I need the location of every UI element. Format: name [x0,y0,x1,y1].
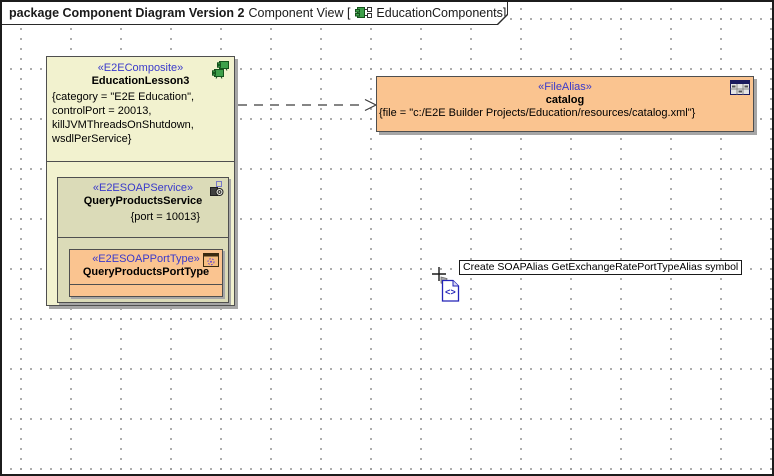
composite-property-line: wsdlPerService} [52,132,231,146]
view-label: Component View [ [249,6,351,20]
service-stereotype: «E2ESOAPService» [58,182,228,194]
service-port-property: {port = 10013} [58,211,228,223]
porttype-stereotype: «E2ESOAPPortType» [70,253,222,265]
component-queryproductsporttype[interactable]: «E2ESOAPPortType» QueryProductsPortType [69,249,223,297]
soap-service-icon [209,181,225,197]
diagram-canvas[interactable]: package Component Diagram Version 2 Comp… [0,0,774,476]
service-name: QueryProductsService [58,195,228,207]
tooltip-text: Create SOAPAlias GetExchangeRatePortType… [463,261,738,273]
composite-property-line: killJVMThreadsOnShutdown, [52,118,231,132]
composite-property-line: {category = "E2E Education", [52,90,231,104]
diagram-name: EducationComponents [376,6,502,20]
composite-name: EducationLesson3 [47,75,234,87]
create-element-cursor-icon: <> [430,265,464,310]
composite-properties: {category = "E2E Education", controlPort… [47,87,234,146]
diagram-frame-tab[interactable]: package Component Diagram Version 2 Comp… [2,2,508,25]
cursor-doc-glyph: <> [445,288,456,298]
bracket-close: ] [503,6,506,20]
tooltip: Create SOAPAlias GetExchangeRatePortType… [459,260,742,275]
component-diagram-icon [355,5,372,20]
package-label: package Component Diagram Version 2 [9,6,245,20]
component-catalog[interactable]: «FileAlias» catalog {file = "c:/E2E Buil… [376,76,754,132]
component-queryproductsservice[interactable]: «E2ESOAPService» QueryProductsService {p… [57,177,229,303]
dependency-connector[interactable] [236,96,378,114]
composite-name-compartment: «E2EComposite» EducationLesson3 {categor… [47,57,234,162]
filealias-name: catalog [377,94,753,106]
composite-property-line: controlPort = 20013, [52,104,231,118]
composite-stereotype: «E2EComposite» [47,62,234,74]
filealias-stereotype: «FileAlias» [377,81,753,93]
soap-porttype-icon [203,253,219,268]
e2ecomposite-icon [209,60,231,80]
porttype-name-compartment: «E2ESOAPPortType» QueryProductsPortType [70,250,222,285]
file-table-icon [730,80,750,95]
filealias-file-property: {file = "c:/E2E Builder Projects/Educati… [377,106,753,120]
component-educationlesson3[interactable]: «E2EComposite» EducationLesson3 {categor… [46,56,235,306]
service-name-compartment: «E2ESOAPService» QueryProductsService {p… [58,178,228,238]
porttype-name: QueryProductsPortType [70,266,222,278]
diagram-frame-tab-content: package Component Diagram Version 2 Comp… [2,2,507,24]
